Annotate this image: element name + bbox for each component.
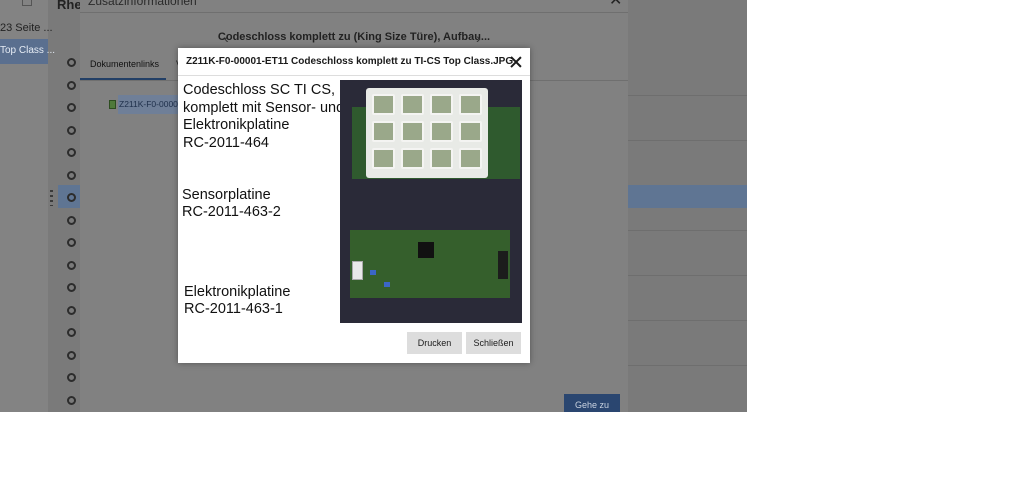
document-link-label: Z211K-F0-00001-ET11 Codeschloss komplett… xyxy=(119,99,179,109)
divider xyxy=(80,12,628,13)
row-settings-icon[interactable] xyxy=(58,322,80,344)
row-settings-icon[interactable] xyxy=(58,165,80,187)
row-settings-icon[interactable] xyxy=(58,75,80,97)
sidebar-page-info: 23 Seite ... xyxy=(0,22,53,34)
resize-handle[interactable] xyxy=(50,190,53,206)
chip xyxy=(418,242,434,258)
goto-button[interactable]: Gehe zu xyxy=(564,394,620,412)
tab-label: Dokumentenlinks xyxy=(90,59,160,69)
image-caption-line: RC-2011-463-2 xyxy=(182,204,281,220)
connector xyxy=(352,261,363,280)
close-icon[interactable] xyxy=(509,55,523,69)
row-settings-icon[interactable] xyxy=(58,120,80,142)
row-settings-icon[interactable] xyxy=(58,367,80,389)
print-button[interactable]: Drucken xyxy=(407,332,462,354)
connector xyxy=(498,251,508,279)
row-settings-icon[interactable] xyxy=(58,210,80,232)
info-dialog-title: Zusatzinformationen xyxy=(88,0,197,8)
image-caption-line: RC-2011-463-1 xyxy=(184,301,283,317)
document-link[interactable]: Z211K-F0-00001-ET11 Codeschloss komplett… xyxy=(109,95,180,114)
row-divider xyxy=(628,320,747,321)
row-divider xyxy=(628,230,747,231)
row-settings-icon[interactable] xyxy=(58,277,80,299)
selected-row-highlight-right[interactable] xyxy=(628,185,747,208)
component xyxy=(370,270,376,275)
row-divider xyxy=(628,95,747,96)
image-caption-line: Codeschloss SC TI CS, xyxy=(183,82,336,98)
app-sidebar: 23 Seite ... Top Class ... xyxy=(0,0,55,412)
document-image: Codeschloss SC TI CS, komplett mit Senso… xyxy=(178,76,530,323)
product-photo xyxy=(340,80,522,323)
image-caption-line: Sensorplatine xyxy=(182,187,271,203)
row-divider xyxy=(628,365,747,366)
chevron-right-icon[interactable]: › xyxy=(476,30,481,46)
image-file-icon xyxy=(109,100,116,109)
row-settings-icon[interactable] xyxy=(58,187,80,209)
tab-dokumentenlinks[interactable]: Dokumentenlinks xyxy=(80,56,166,81)
image-caption-line: Elektronikplatine xyxy=(183,117,290,133)
viewer-title: Z211K-F0-00001-ET11 Codeschloss komplett… xyxy=(186,56,514,67)
row-settings-icon[interactable] xyxy=(58,232,80,254)
component xyxy=(384,282,390,287)
row-divider xyxy=(628,140,747,141)
row-settings-icon[interactable] xyxy=(58,390,80,412)
row-settings-icon[interactable] xyxy=(58,97,80,119)
image-caption-line: Elektronikplatine xyxy=(184,284,291,300)
row-settings-icon[interactable] xyxy=(58,142,80,164)
image-caption-line: RC-2011-464 xyxy=(183,135,269,151)
row-settings-icon[interactable] xyxy=(58,52,80,74)
row-settings-icon[interactable] xyxy=(58,345,80,367)
sidebar-item-active[interactable]: Top Class ... xyxy=(0,39,55,64)
document-icon xyxy=(22,0,32,6)
close-icon[interactable]: ✕ xyxy=(609,0,622,9)
electronics-board xyxy=(350,230,510,298)
row-settings-icon[interactable] xyxy=(58,255,80,277)
image-caption-line: komplett mit Sensor- und xyxy=(183,100,345,116)
document-title: Codeschloss komplett zu (King Size Türe)… xyxy=(217,31,491,43)
image-viewer-dialog: Z211K-F0-00001-ET11 Codeschloss komplett… xyxy=(178,48,530,363)
row-settings-icon[interactable] xyxy=(58,300,80,322)
keypad xyxy=(366,88,488,178)
row-divider xyxy=(628,275,747,276)
close-button[interactable]: Schließen xyxy=(466,332,521,354)
sidebar-item-label: Top Class ... xyxy=(0,45,56,56)
